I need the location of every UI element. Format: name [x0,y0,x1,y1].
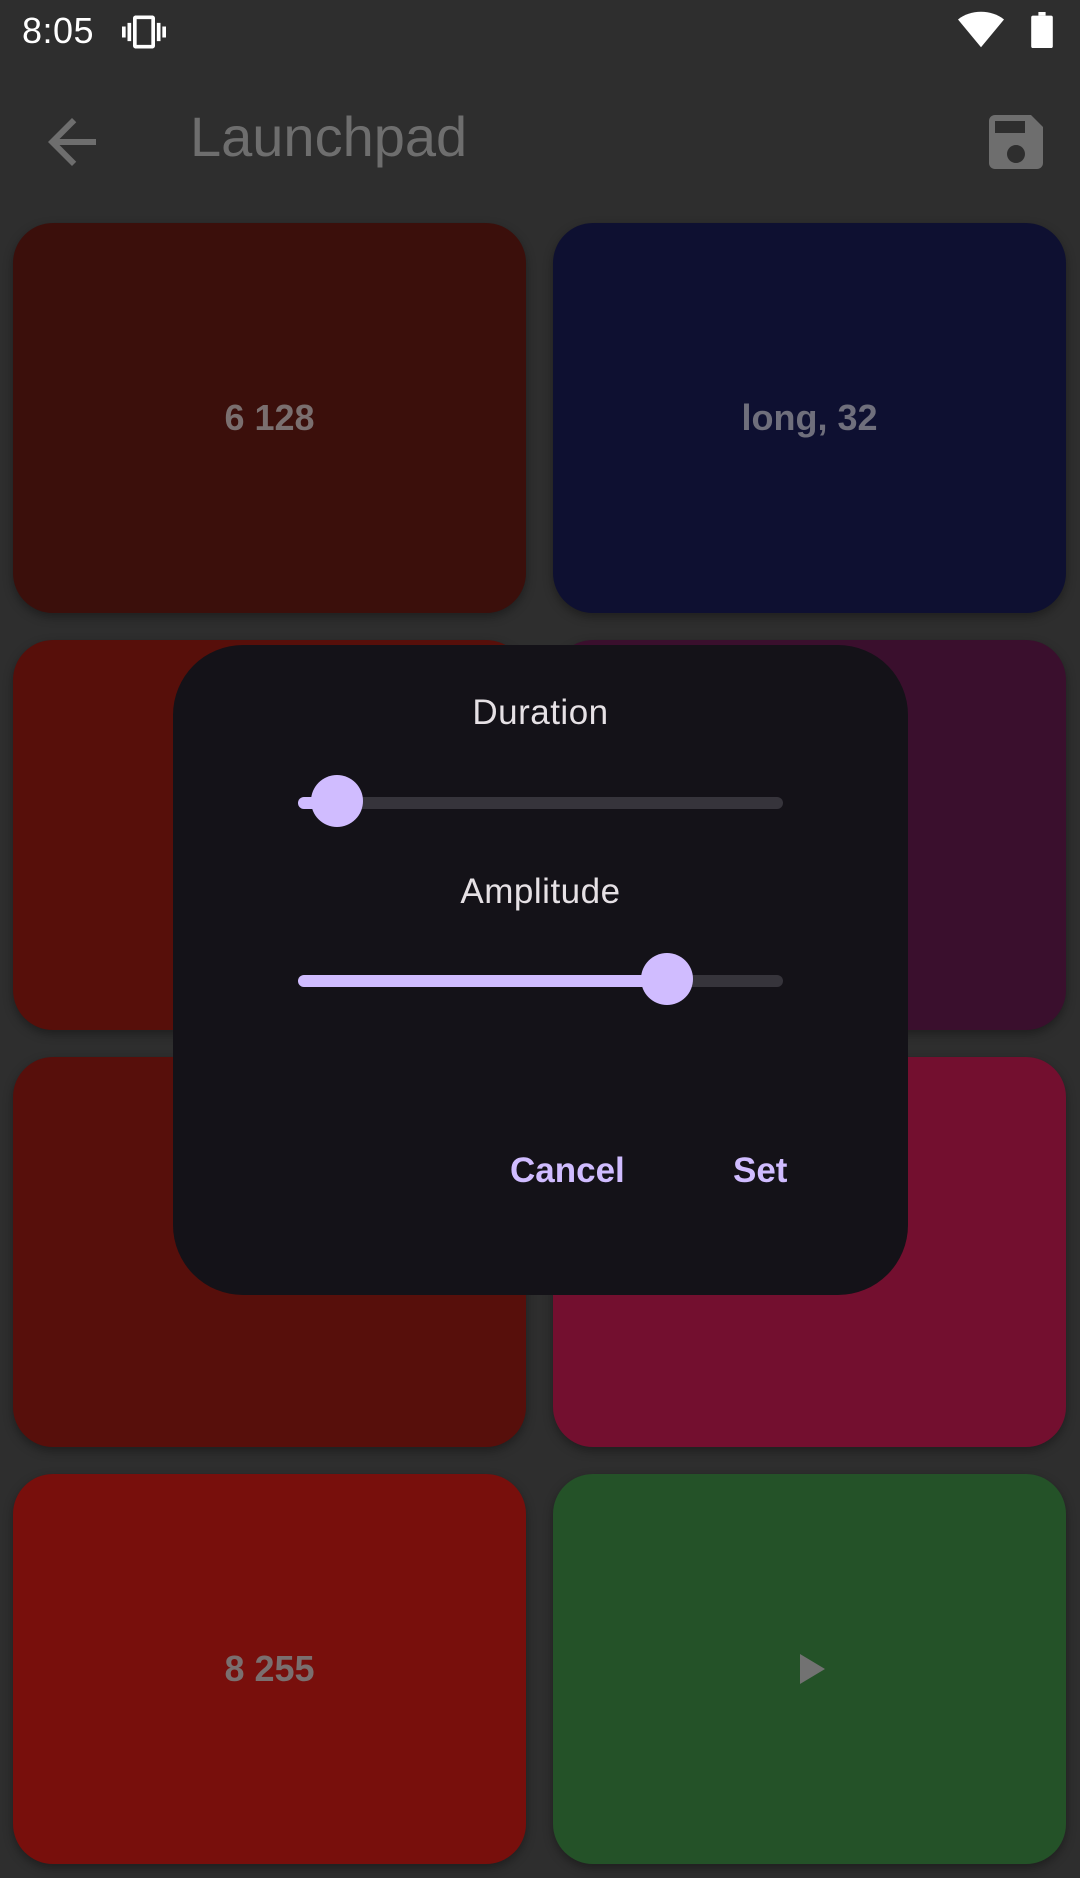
pad-2[interactable]: long, 32 [553,223,1066,613]
pad-8[interactable] [553,1474,1066,1864]
save-icon[interactable] [980,106,1052,178]
slider-thumb[interactable] [311,775,363,827]
amplitude-title: Amplitude [460,872,621,911]
app-bar: Launchpad [0,66,1080,206]
vibration-dialog: Duration Amplitude Cancel Set [173,645,908,1295]
pad-7[interactable]: 8 255 [13,1474,526,1864]
back-arrow-icon[interactable] [36,106,108,178]
slider-active-track [298,975,667,987]
status-time: 8:05 [22,10,95,51]
pad-label: long, 32 [741,397,878,438]
amplitude-slider[interactable] [298,951,783,1011]
page-title: Launchpad [190,105,468,168]
set-button[interactable]: Set [721,1143,799,1199]
play-icon [799,1654,825,1684]
battery-icon [1031,12,1053,48]
pad-label: 8 255 [224,1648,315,1689]
pad-label: 6 128 [224,397,315,438]
status-bar: 8:05 [0,0,1080,66]
duration-title: Duration [472,693,609,732]
pad-1[interactable]: 6 128 [13,223,526,613]
duration-slider[interactable] [298,773,783,833]
slider-track [298,797,783,809]
cancel-button[interactable]: Cancel [498,1143,637,1199]
wifi-icon [958,11,1004,48]
vibrate-icon [122,15,166,49]
slider-thumb[interactable] [641,953,693,1005]
